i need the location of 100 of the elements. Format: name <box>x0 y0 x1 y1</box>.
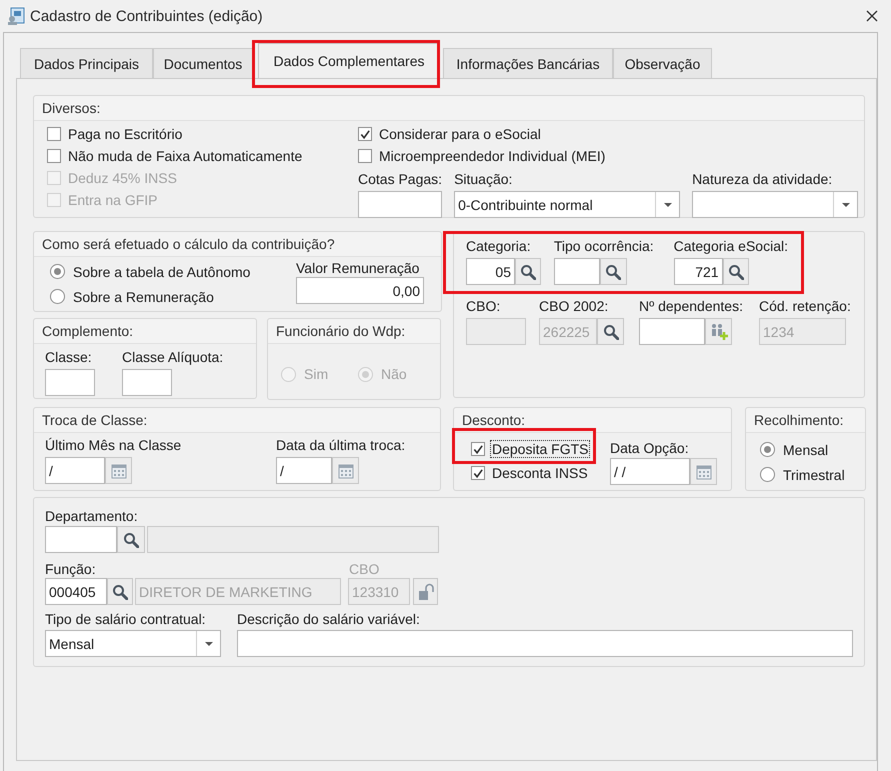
calendar-icon <box>110 462 126 478</box>
radio-button[interactable] <box>760 467 775 482</box>
search-button[interactable] <box>597 318 624 345</box>
checkbox-label: Desconta INSS <box>491 464 589 482</box>
radio-label: Sobre a Remuneração <box>72 288 215 306</box>
checkbox[interactable] <box>358 149 372 163</box>
input-field[interactable] <box>639 318 705 345</box>
checkbox-label: Microempreendedor Individual (MEI) <box>378 147 606 165</box>
checkbox-label: Não muda de Faixa Automaticamente <box>67 147 304 165</box>
field-label: Classe: <box>45 348 93 366</box>
checkbox[interactable] <box>358 127 372 141</box>
field-label: Categoria eSocial: <box>674 237 788 255</box>
input-field[interactable]: 000405 <box>45 578 107 605</box>
radio-button[interactable] <box>50 289 65 304</box>
window-title: Cadastro de Contribuintes (edição) <box>30 8 263 24</box>
input-field[interactable] <box>45 526 117 553</box>
calendar-icon <box>338 462 354 478</box>
lock-button[interactable] <box>413 578 438 605</box>
radio-label: Mensal <box>782 440 830 458</box>
tab[interactable]: Documentos <box>153 48 253 78</box>
search-button[interactable] <box>515 258 541 285</box>
input-field[interactable] <box>554 258 600 285</box>
field-label: Tipo de salário contratual: <box>45 610 207 628</box>
app-icon <box>7 7 25 25</box>
field-label: Natureza da atividade: <box>692 170 834 188</box>
radio-label: Trimestral <box>782 466 846 484</box>
input-field[interactable]: / <box>276 457 332 484</box>
lock-icon <box>416 582 434 600</box>
search-icon <box>602 324 618 340</box>
field-label: CBO 2002: <box>539 297 610 315</box>
input-field[interactable]: 05 <box>466 258 515 285</box>
field-label: Classe Alíquota: <box>122 348 224 366</box>
group-title: Troca de Classe: <box>42 412 148 428</box>
radio-button[interactable] <box>760 442 775 457</box>
group-title: Como será efetuado o cálculo da contribuição? <box>42 236 335 252</box>
checkbox-label: Deduz 45% INSS <box>67 169 178 187</box>
group-title: Funcionário do Wdp: <box>276 323 406 339</box>
dropdown[interactable] <box>692 191 858 218</box>
caret-icon <box>664 202 672 206</box>
search-icon <box>728 264 744 280</box>
search-icon <box>605 264 622 280</box>
group-title: Complemento: <box>42 323 134 339</box>
add-dependent-button[interactable] <box>705 318 732 345</box>
field-label: Cód. retenção: <box>759 297 851 315</box>
input-field[interactable]: 721 <box>674 258 723 285</box>
dropdown[interactable]: Mensal <box>45 630 221 657</box>
field-label: Departamento: <box>45 507 139 525</box>
input-field[interactable]: 0,00 <box>296 277 424 304</box>
checkbox-label: Entra na GFIP <box>67 191 158 209</box>
input-field[interactable] <box>147 526 439 553</box>
search-button[interactable] <box>107 578 133 605</box>
checkbox[interactable] <box>471 466 485 480</box>
radio-button[interactable] <box>50 264 65 279</box>
field-label: Valor Remuneração <box>296 259 420 277</box>
field-label: Função: <box>45 560 97 578</box>
input-field[interactable]: / / <box>610 458 690 485</box>
calendar-button[interactable] <box>690 458 717 485</box>
checkbox-label: Paga no Escritório <box>67 125 184 143</box>
field-label: Categoria: <box>466 237 532 255</box>
radio-label: Não <box>380 365 408 383</box>
group-title: Diversos: <box>42 100 100 116</box>
tab[interactable]: Dados Complementares <box>258 43 440 78</box>
input-field[interactable]: / <box>45 457 105 484</box>
field-label: Situação: <box>454 170 514 188</box>
search-icon <box>123 532 139 548</box>
group-title: Desconto: <box>462 412 526 428</box>
tab[interactable]: Observação <box>613 48 712 78</box>
search-button[interactable] <box>722 258 749 285</box>
dropdown[interactable]: 0-Contribuinte normal <box>454 191 680 218</box>
field-label: CBO: <box>466 297 502 315</box>
calendar-icon <box>696 464 712 480</box>
field-label: Data Opção: <box>610 439 690 457</box>
field-label: Data da última troca: <box>276 436 406 454</box>
field-label: CBO <box>349 560 380 578</box>
checkbox[interactable] <box>471 442 485 456</box>
search-icon <box>112 584 128 600</box>
checkbox[interactable] <box>47 149 61 163</box>
caret-icon <box>842 202 850 206</box>
field-label: Cotas Pagas: <box>358 170 442 188</box>
tab[interactable]: Dados Principais <box>20 48 153 78</box>
field-label: Tipo ocorrência: <box>554 237 655 255</box>
checkbox[interactable] <box>47 127 61 141</box>
search-icon <box>520 264 536 280</box>
radio-label: Sim <box>303 365 330 383</box>
tab[interactable]: Informações Bancárias <box>443 48 613 78</box>
search-button[interactable] <box>117 526 145 553</box>
radio-label: Sobre a tabela de Autônomo <box>72 262 252 280</box>
people-plus-icon <box>710 322 728 340</box>
checkbox-label: Considerar para o eSocial <box>378 125 542 143</box>
caret-icon <box>204 642 212 646</box>
calendar-button[interactable] <box>332 457 359 484</box>
close-icon[interactable] <box>866 10 878 22</box>
input-field[interactable] <box>237 630 853 657</box>
field-label: Último Mês na Classe <box>45 436 182 454</box>
calendar-button[interactable] <box>105 457 132 484</box>
input-field[interactable] <box>358 191 442 218</box>
search-button[interactable] <box>600 258 627 285</box>
input-field[interactable] <box>122 369 172 396</box>
input-field[interactable] <box>45 369 95 396</box>
field-label: Nº dependentes: <box>639 297 744 315</box>
